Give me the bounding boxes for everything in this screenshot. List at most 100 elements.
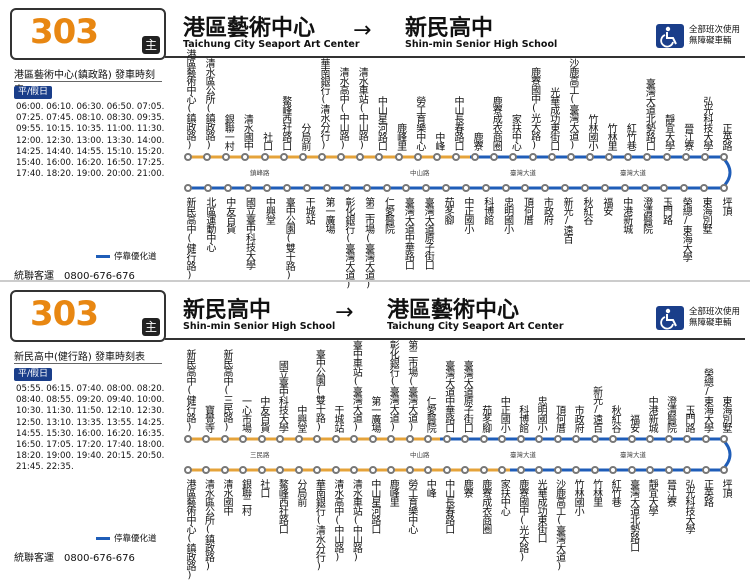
stop-marker [260,153,269,161]
stop-name: 港區藝術中心(鎮政路) [184,49,195,150]
stop-name: 玉門路 [683,405,695,432]
stop-marker [627,466,636,474]
stop-marker [553,435,562,443]
stop-marker [683,466,692,474]
route-number-box: 303 主 [10,8,166,60]
stop-name: 分局前 [298,123,310,150]
timetable-row: 14:25. 14:40. 14:55. 15:10. 15:20. [16,146,165,157]
stop-marker [368,435,377,443]
stop-name: 鹿寮 [461,479,473,497]
destination-name: 港區藝術中心 [387,298,520,323]
stop-name: 竹林國小 [572,479,584,515]
destination-name: 新民高中 [405,16,494,41]
timetable-row: 05:55. 06:15. 07:40. 08:00. 08:20. [16,384,165,394]
stop-name: 彰化銀行(臺灣大道) [387,340,399,432]
stop-name: 弘光科技大學 [700,96,712,150]
accessible-note-line1: 全部班次使用 [689,307,741,317]
legend-text: 停靠優化道 [114,534,157,544]
stop-name: 竹林國小 [586,114,597,150]
stop-name: 干城站 [303,197,315,224]
stop-name: 臺灣大道原子街口 [461,360,473,432]
stop-name: 第一廣場 [322,197,334,233]
stop-name: 市政府 [572,405,584,432]
stop-marker [220,466,229,474]
stop-marker [257,435,266,443]
stop-name: 鹿峰里 [394,123,406,150]
stop-marker [405,466,414,474]
stop-name: 澄清醫院 [640,197,652,233]
stop-name: 東海別墅 [720,396,731,432]
road-label: 臺灣大道 [510,451,536,459]
stop-name: 正英路 [720,123,731,150]
stop-name: 中峰 [424,479,436,497]
wheelchair-icon [656,24,684,48]
stop-name: 新民高中(健行路) [184,349,195,432]
stop-marker [223,184,232,192]
stop-name: 鹿寮 [471,132,483,150]
route-number: 303 [30,294,99,334]
stop-marker [243,184,252,192]
stop-name: 國立臺中科技大學 [243,197,255,269]
stop-name: 清水高中(中山路) [337,67,349,150]
stop-name: 清水國中 [241,114,253,150]
stop-marker [640,184,649,192]
stop-name: 靜宜大學 [646,479,658,515]
stop-name: 中山長春路口 [452,96,463,150]
timetable-row: 16:50. 17:05. 17:20. 17:40. 18:00. [16,440,165,451]
stop-name: 茄苳腳 [442,197,454,224]
stop-marker [382,184,391,192]
stop-marker [405,435,414,443]
stop-name: 新民高中(三民路) [220,349,232,432]
stop-name: 科博館 [516,405,528,432]
stop-name: 鹿寮成衣商圈 [490,96,502,150]
timetable-row: 10:30. 11:30. 11:50. 12:10. 12:30. [16,406,165,417]
stop-name: 忠明國小 [535,396,547,432]
road-label: 臺灣大道 [510,169,536,177]
stop-name: 中山星河路口 [368,479,380,533]
stop-name: 清水高中(中山路) [331,479,343,562]
stop-name: 臺灣大道中華路口 [442,360,454,432]
legend-line [96,255,110,258]
schedule-title: 新民高中(健行路) 發車時刻表 [14,352,145,363]
timetable-row: 08:40. 08:55. 09:20. 09:40. 10:00. [16,395,165,406]
stop-marker [298,153,307,161]
road-label: 鎮峰路 [250,169,270,177]
stop-name: 中興堂 [263,197,275,224]
stop-name: 社口 [257,479,269,497]
stop-marker [184,466,192,474]
road-label: 中山路 [410,451,430,459]
timetable-row: 12:00. 12:30. 13:00. 13:30. 14:00. [16,135,165,146]
stop-marker [600,184,609,192]
timetable-row: 06:00. 06:10. 06:30. 06:50. 07:05. [16,102,165,112]
accessible-note-line2: 無障礙車輛 [689,36,732,46]
stop-name: 晉江寮 [681,123,693,150]
stop-name: 中港新城 [620,197,632,233]
stop-marker [528,153,537,161]
stop-name: 中港新城 [646,396,658,432]
stop-name: 第二市場(臺灣大道) [405,340,417,432]
stop-name: 新民高中(健行路) [184,197,195,280]
stop-name: 臺中公園(雙十路) [283,197,295,280]
stop-marker [701,466,710,474]
accessible-note: 全部班次使用 無障礙車輛 [689,307,740,329]
legend-text: 停靠優化道 [114,252,157,262]
stop-name: 澄清醫院 [664,396,676,432]
stop-name: 臺灣大道原子街口 [422,197,434,269]
stop-marker [184,184,192,192]
stop-marker [294,466,303,474]
stop-name: 中山長春路口 [442,479,454,533]
stop-marker [368,466,377,474]
stop-name: 臺灣大道北勢路口 [627,479,639,551]
stop-marker [720,435,728,443]
stop-marker [203,184,212,192]
stop-marker [331,466,340,474]
stop-name: 中正國小 [461,197,473,233]
stop-name: 勞工育樂中心 [405,479,417,533]
road-label: 臺灣大道 [620,451,646,459]
stop-name: 坪頂 [720,197,731,215]
stop-marker [683,435,692,443]
origin-name: 港區藝術中心 [183,16,316,41]
stop-name: 鹿寮成衣商圈 [479,479,491,533]
stop-name: 光華成功東街口 [535,479,547,542]
stop-name: 秋紅谷 [609,405,621,432]
